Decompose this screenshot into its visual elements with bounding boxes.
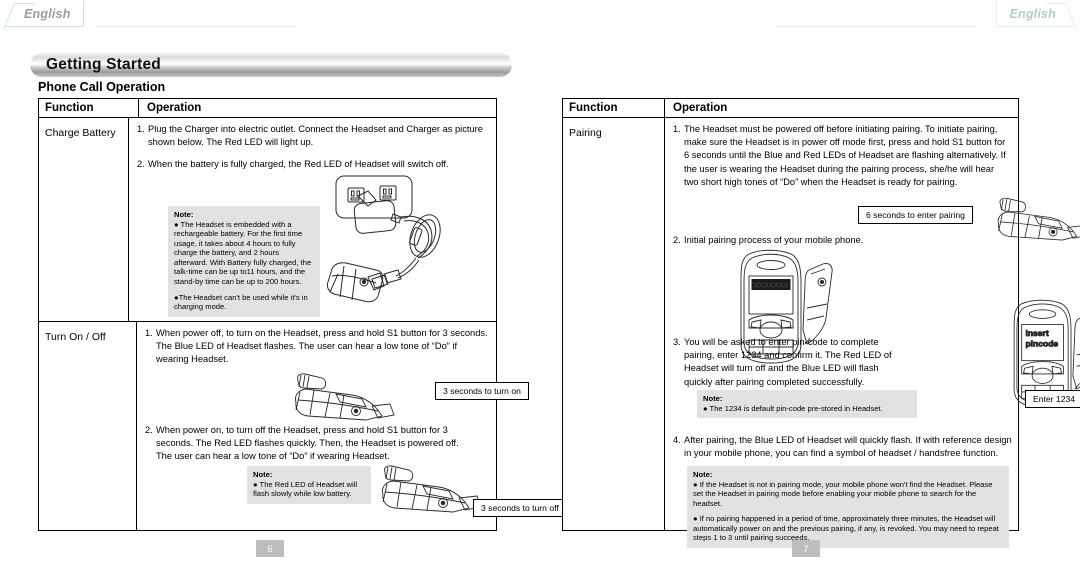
note-bullet: ●The Headset can't be used while it's in… [174, 292, 308, 312]
table-header-row: Function Operation [563, 99, 1018, 118]
phone-screen-text-1: XXXXXXX [753, 281, 788, 290]
row-operation-cell: 1. Plug the Charger into electric outlet… [129, 118, 496, 322]
header-function-label: Function [569, 102, 618, 114]
note-bullet: ● If no pairing happened in a period of … [693, 514, 999, 543]
header-function-label: Function [45, 102, 94, 114]
language-tab-left-label: English [24, 6, 71, 21]
page-subtitle: Phone Call Operation [38, 80, 166, 94]
step-text: Plug the Charger into electric outlet. C… [148, 124, 483, 148]
note-bullet: ● The Headset is embedded with a recharg… [174, 219, 312, 286]
header-cell-function: Function [39, 99, 139, 117]
step-item: 4. After pairing, the Blue LED of Headse… [673, 434, 1013, 460]
step-number: 2. [673, 235, 681, 245]
header-cell-operation: Operation [665, 99, 1018, 117]
header-operation-label: Operation [147, 102, 202, 114]
step-text: After pairing, the Blue LED of Headset w… [684, 435, 1012, 459]
charger-outlet-illustration [324, 170, 484, 310]
step-text: You will be asked to enter pin-code to c… [684, 337, 892, 387]
step-number: 3. [673, 337, 681, 347]
section-title-bar: Getting Started [30, 53, 512, 77]
step-text: When power on, to turn off the Headset, … [156, 425, 459, 462]
right-operation-table: Function Operation Pairing 1. The Headse… [562, 98, 1080, 548]
table-row: Pairing 1. The Headset must be powered o… [563, 118, 1080, 548]
step-item: 1. When power off, to turn on the Headse… [145, 327, 490, 367]
note-box-low-battery: Note: ● The Red LED of Headset will flas… [247, 466, 371, 504]
callout-enter-pairing: 6 seconds to enter pairing [858, 206, 973, 224]
language-tab-right[interactable]: English [996, 0, 1076, 28]
tab-rule-left [96, 26, 296, 27]
phone-screen-text-2-line2: pincode [1025, 338, 1058, 348]
row-function-cell: Pairing [563, 118, 665, 530]
row-operation-cell: 1. When power off, to turn on the Headse… [137, 322, 567, 530]
note-title: Note: [703, 394, 723, 403]
function-label-pairing: Pairing [569, 127, 602, 139]
header-cell-operation: Operation [139, 99, 496, 117]
language-tab-left[interactable]: English [4, 0, 84, 28]
step-item: 3. You will be asked to enter pin-code t… [673, 336, 905, 389]
left-operation-table: Function Operation Charge Battery 1. Plu… [38, 98, 567, 531]
callout-turn-on: 3 seconds to turn on [435, 382, 529, 400]
header-operation-label: Operation [673, 102, 728, 114]
step-number: 1. [137, 124, 145, 134]
table-row: Turn On / Off 1. When power off, to turn… [39, 322, 567, 530]
page-number-right: 7 [792, 540, 820, 557]
step-number: 1. [145, 328, 153, 338]
step-item: 1. Plug the Charger into electric outlet… [137, 123, 490, 149]
note-box-pincode: Note: ● The 1234 is default pin-code pre… [697, 390, 917, 419]
step-number: 2. [137, 159, 145, 170]
phone-screen-text-2-line1: insert [1025, 328, 1048, 338]
step-text: Initial pairing process of your mobile p… [684, 235, 864, 245]
note-bullet: ● The Red LED of Headset will flash slow… [253, 479, 358, 499]
table-header-row: Function Operation [39, 99, 496, 118]
header-cell-function: Function [563, 99, 665, 117]
function-label-charge-battery: Charge Battery [45, 127, 116, 139]
row-operation-cell: 1. The Headset must be powered off befor… [665, 118, 1080, 548]
callout-enter-pincode: Enter 1234 [1025, 390, 1080, 408]
tab-shape-left: English [4, 1, 84, 27]
callout-turn-off: 3 seconds to turn off [473, 499, 567, 517]
tab-rule-right [776, 26, 976, 27]
headset-illustration-pairing [995, 190, 1080, 252]
step-number: 1. [673, 124, 681, 134]
step-item: 2. When power on, to turn off the Headse… [145, 424, 461, 464]
step-text: When power off, to turn on the Headset, … [156, 328, 488, 365]
note-bullet: ● The 1234 is default pin-code pre-store… [703, 403, 883, 413]
note-bullet: ● If the Headset is not in pairing mode,… [693, 479, 993, 508]
note-box-pairing-warnings: Note: ● If the Headset is not in pairing… [687, 466, 1009, 548]
tab-shape-right: English [996, 1, 1076, 27]
note-title: Note: [253, 470, 273, 479]
step-number: 4. [673, 435, 681, 445]
note-title: Note: [174, 210, 194, 219]
note-title: Note: [693, 470, 713, 479]
note-box-battery: Note: ● The Headset is embedded with a r… [168, 206, 320, 317]
headset-illustration-turn-on [292, 370, 422, 428]
page-title: Getting Started [46, 56, 161, 73]
language-tab-right-label: English [1009, 6, 1056, 21]
step-item: 1. The Headset must be powered off befor… [673, 123, 1011, 189]
step-number: 2. [145, 425, 153, 435]
row-function-cell: Charge Battery [39, 118, 129, 322]
page-number-left: 6 [256, 540, 284, 557]
table-row: Charge Battery 1. Plug the Charger into … [39, 118, 496, 322]
function-label-turn-on-off: Turn On / Off [45, 331, 106, 343]
step-item: 2. Initial pairing process of your mobil… [673, 234, 993, 247]
step-text: The Headset must be powered off before i… [684, 124, 1006, 187]
document-page: English English Getting Started Phone Ca… [0, 0, 1080, 561]
row-function-cell: Turn On / Off [39, 322, 137, 530]
